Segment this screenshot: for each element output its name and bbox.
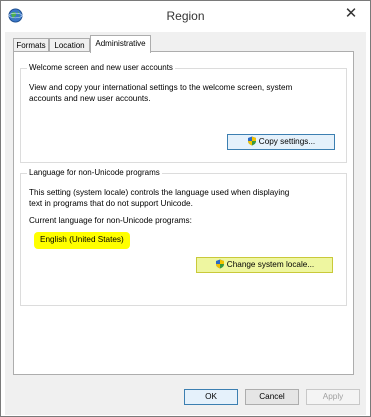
dialog-footer: OK Cancel Apply [5,381,366,415]
tab-administrative-label: Administrative [95,39,146,48]
title-bar[interactable]: Region ✕ [1,1,370,31]
ok-label: OK [205,392,217,401]
region-dialog: Region ✕ Formats Location Administrative… [0,0,371,417]
non-unicode-group-title: Language for non-Unicode programs [27,168,162,177]
ok-button[interactable]: OK [184,389,238,405]
copy-settings-button[interactable]: Copy settings... [227,134,335,150]
change-system-locale-label: Change system locale... [226,260,315,269]
welcome-group-title: Welcome screen and new user accounts [27,63,175,72]
uac-shield-icon [215,259,224,269]
dialog-content: Formats Location Administrative Welcome … [5,32,366,381]
uac-shield-icon [247,136,256,146]
welcome-description-line2: accounts and new user accounts. [29,94,151,103]
non-unicode-description-line2: text in programs that do not support Uni… [29,199,193,208]
cancel-button[interactable]: Cancel [245,389,299,405]
tab-location[interactable]: Location [49,38,90,52]
apply-label: Apply [322,392,344,401]
close-button[interactable]: ✕ [340,5,362,23]
tab-formats-label: Formats [16,41,46,50]
apply-button: Apply [306,389,360,405]
window-title: Region [166,9,205,23]
change-system-locale-button[interactable]: Change system locale... [196,257,333,273]
tab-administrative[interactable]: Administrative [90,35,151,53]
current-language-value: English (United States) [34,232,130,249]
copy-settings-label: Copy settings... [258,137,316,146]
current-language-label: Current language for non-Unicode program… [29,216,192,225]
non-unicode-group: Language for non-Unicode programs This s… [20,168,347,306]
close-icon: ✕ [344,5,358,22]
tab-formats[interactable]: Formats [13,38,49,52]
welcome-description-line1: View and copy your international setting… [29,83,293,92]
non-unicode-description-line1: This setting (system locale) controls th… [29,188,290,197]
administrative-panel: Welcome screen and new user accounts Vie… [13,51,354,375]
tab-location-label: Location [54,41,85,50]
welcome-screen-group: Welcome screen and new user accounts Vie… [20,63,347,163]
cancel-label: Cancel [259,392,285,401]
